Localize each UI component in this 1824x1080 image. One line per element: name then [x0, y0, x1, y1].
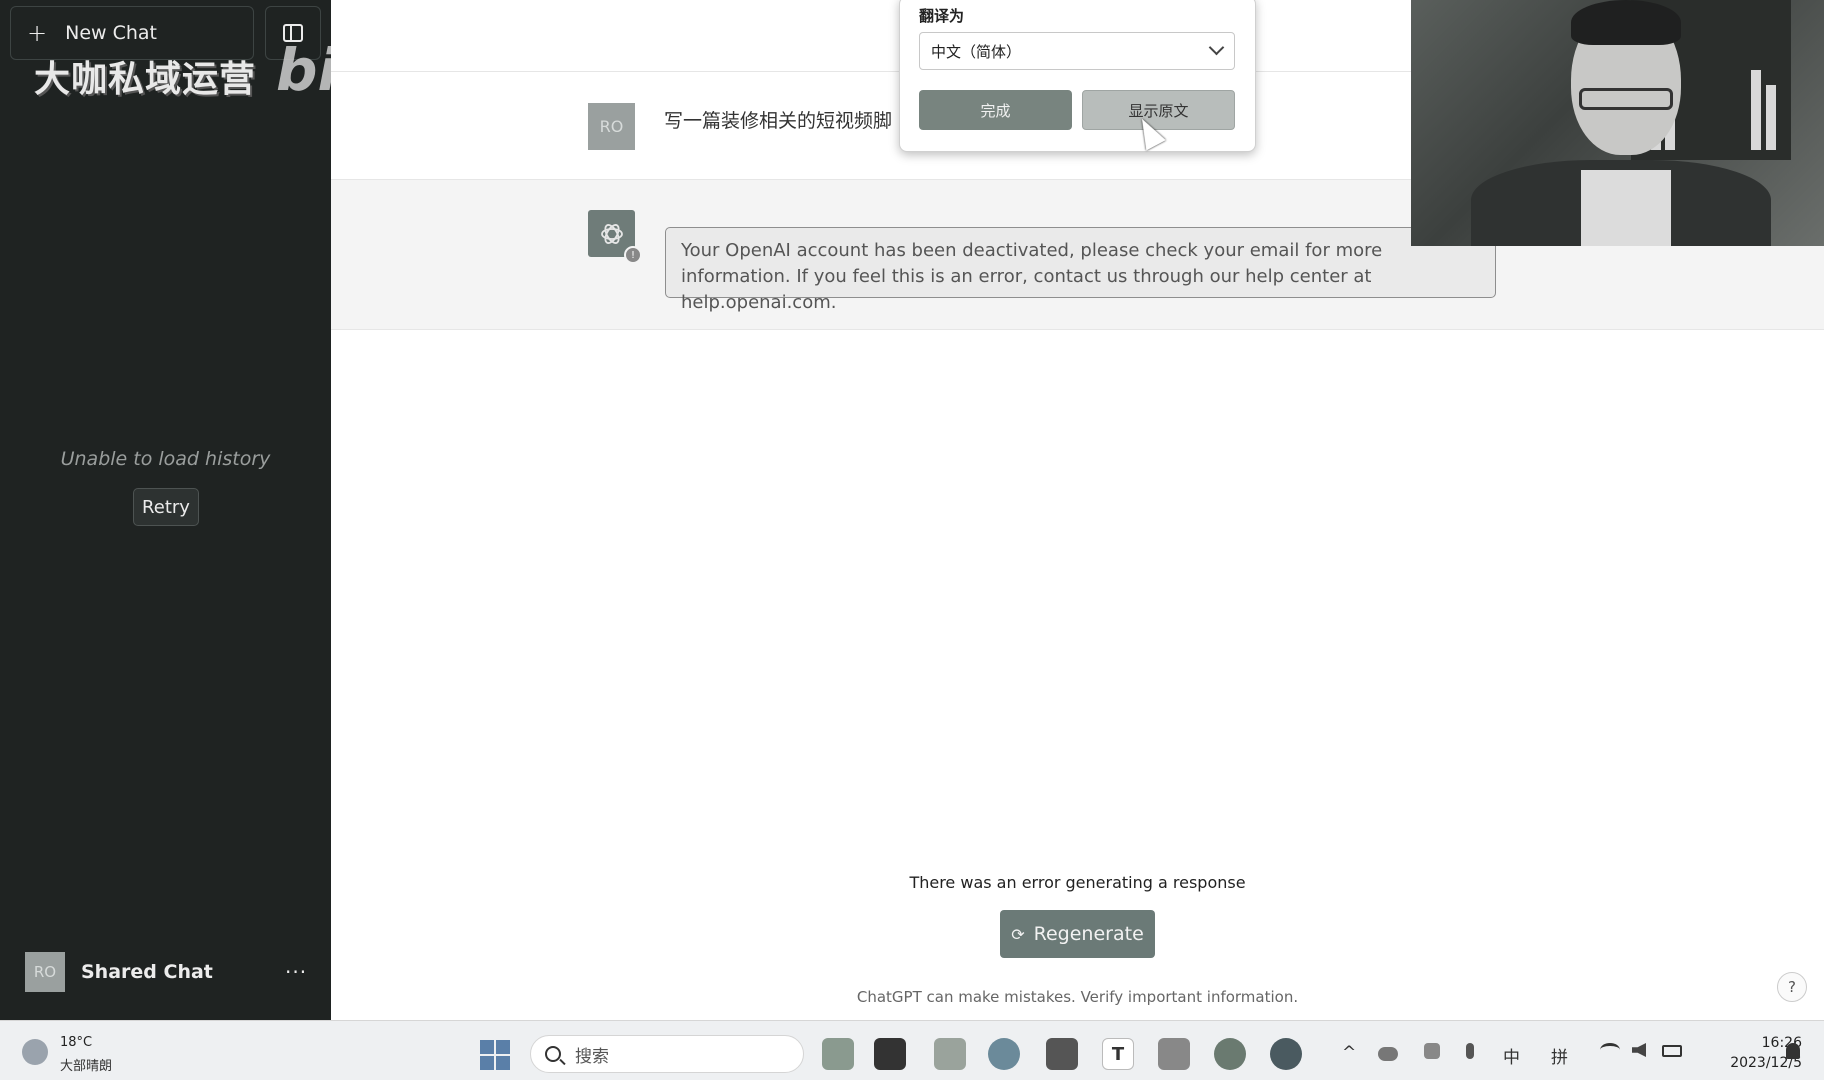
user-menu[interactable]: RO Shared Chat	[25, 952, 213, 992]
start-button[interactable]	[480, 1040, 510, 1070]
app-icon-2[interactable]	[874, 1038, 906, 1070]
edge-browser-icon[interactable]	[988, 1038, 1020, 1070]
webcam-overlay	[1411, 0, 1824, 246]
selected-language: 中文（简体）	[931, 42, 1022, 61]
app-icon-1[interactable]	[822, 1038, 854, 1070]
translate-popup: 翻译为 中文（简体） 完成 显示原文	[899, 0, 1256, 152]
cloud-icon[interactable]	[1378, 1047, 1398, 1061]
windows-taskbar: 18°C 大部晴朗 搜索 T ^ 中 拼 16:26 2023/12/5	[0, 1020, 1824, 1080]
avatar: RO	[25, 952, 65, 992]
wifi-icon[interactable]	[1600, 1043, 1620, 1057]
file-explorer-icon[interactable]	[934, 1038, 966, 1070]
ime-language[interactable]: 中	[1503, 1043, 1520, 1068]
more-options-icon[interactable]: ···	[285, 960, 307, 984]
watermark-text: 大咖私域运营	[34, 59, 257, 100]
battery-icon[interactable]	[1662, 1045, 1682, 1057]
temperature: 18°C	[60, 1035, 93, 1050]
tray-expand-icon[interactable]: ^	[1342, 1043, 1356, 1063]
help-button[interactable]: ?	[1777, 972, 1807, 1002]
active-app-icon[interactable]	[1270, 1038, 1302, 1070]
error-message-box: Your OpenAI account has been deactivated…	[665, 227, 1496, 313]
refresh-icon: ⟳	[1011, 924, 1025, 944]
user-message-text: 写一篇装修相关的短视频脚	[664, 110, 893, 132]
presenter-hair	[1571, 0, 1681, 45]
notepad-icon[interactable]	[1158, 1038, 1190, 1070]
search-placeholder: 搜索	[575, 1046, 609, 1067]
app-icon-5[interactable]	[1046, 1038, 1078, 1070]
history-error-message: Unable to load history	[60, 448, 271, 470]
typora-icon[interactable]: T	[1102, 1038, 1134, 1070]
ime-mode[interactable]: 拼	[1551, 1043, 1568, 1068]
search-icon	[545, 1046, 561, 1062]
openai-knot-icon	[600, 223, 623, 244]
regenerate-label: Regenerate	[1033, 923, 1144, 945]
user-name: Shared Chat	[81, 961, 213, 983]
cat-app-icon[interactable]	[1424, 1043, 1440, 1059]
presenter-glasses	[1579, 88, 1673, 110]
microphone-icon[interactable]	[1466, 1043, 1474, 1059]
retry-button[interactable]: Retry	[133, 488, 199, 526]
done-button[interactable]: 完成	[919, 90, 1072, 130]
new-chat-label: New Chat	[65, 22, 157, 44]
user-avatar: RO	[588, 103, 635, 150]
disclaimer-text: ChatGPT can make mistakes. Verify import…	[856, 988, 1299, 1006]
warning-badge-icon: !	[624, 246, 642, 264]
chatgpt-app-icon[interactable]	[1214, 1038, 1246, 1070]
translate-to-label: 翻译为	[919, 7, 965, 25]
regenerate-button[interactable]: ⟳ Regenerate	[1000, 910, 1155, 958]
taskbar-search[interactable]: 搜索	[530, 1035, 804, 1073]
error-status-text: There was an error generating a response	[909, 873, 1246, 892]
plus-icon: +	[27, 19, 48, 47]
weather-icon[interactable]	[22, 1039, 48, 1065]
chevron-down-icon	[1208, 39, 1225, 56]
sidebar: + New Chat 大咖私域运营 bilibili Unable to loa…	[0, 0, 478, 1020]
language-select[interactable]: 中文（简体）	[919, 32, 1235, 70]
notification-bell-icon[interactable]	[1786, 1043, 1800, 1059]
show-original-button[interactable]: 显示原文	[1082, 90, 1235, 130]
presenter-shirt	[1581, 170, 1671, 246]
volume-icon[interactable]	[1632, 1043, 1646, 1057]
weather-text: 大部晴朗	[60, 1059, 113, 1074]
